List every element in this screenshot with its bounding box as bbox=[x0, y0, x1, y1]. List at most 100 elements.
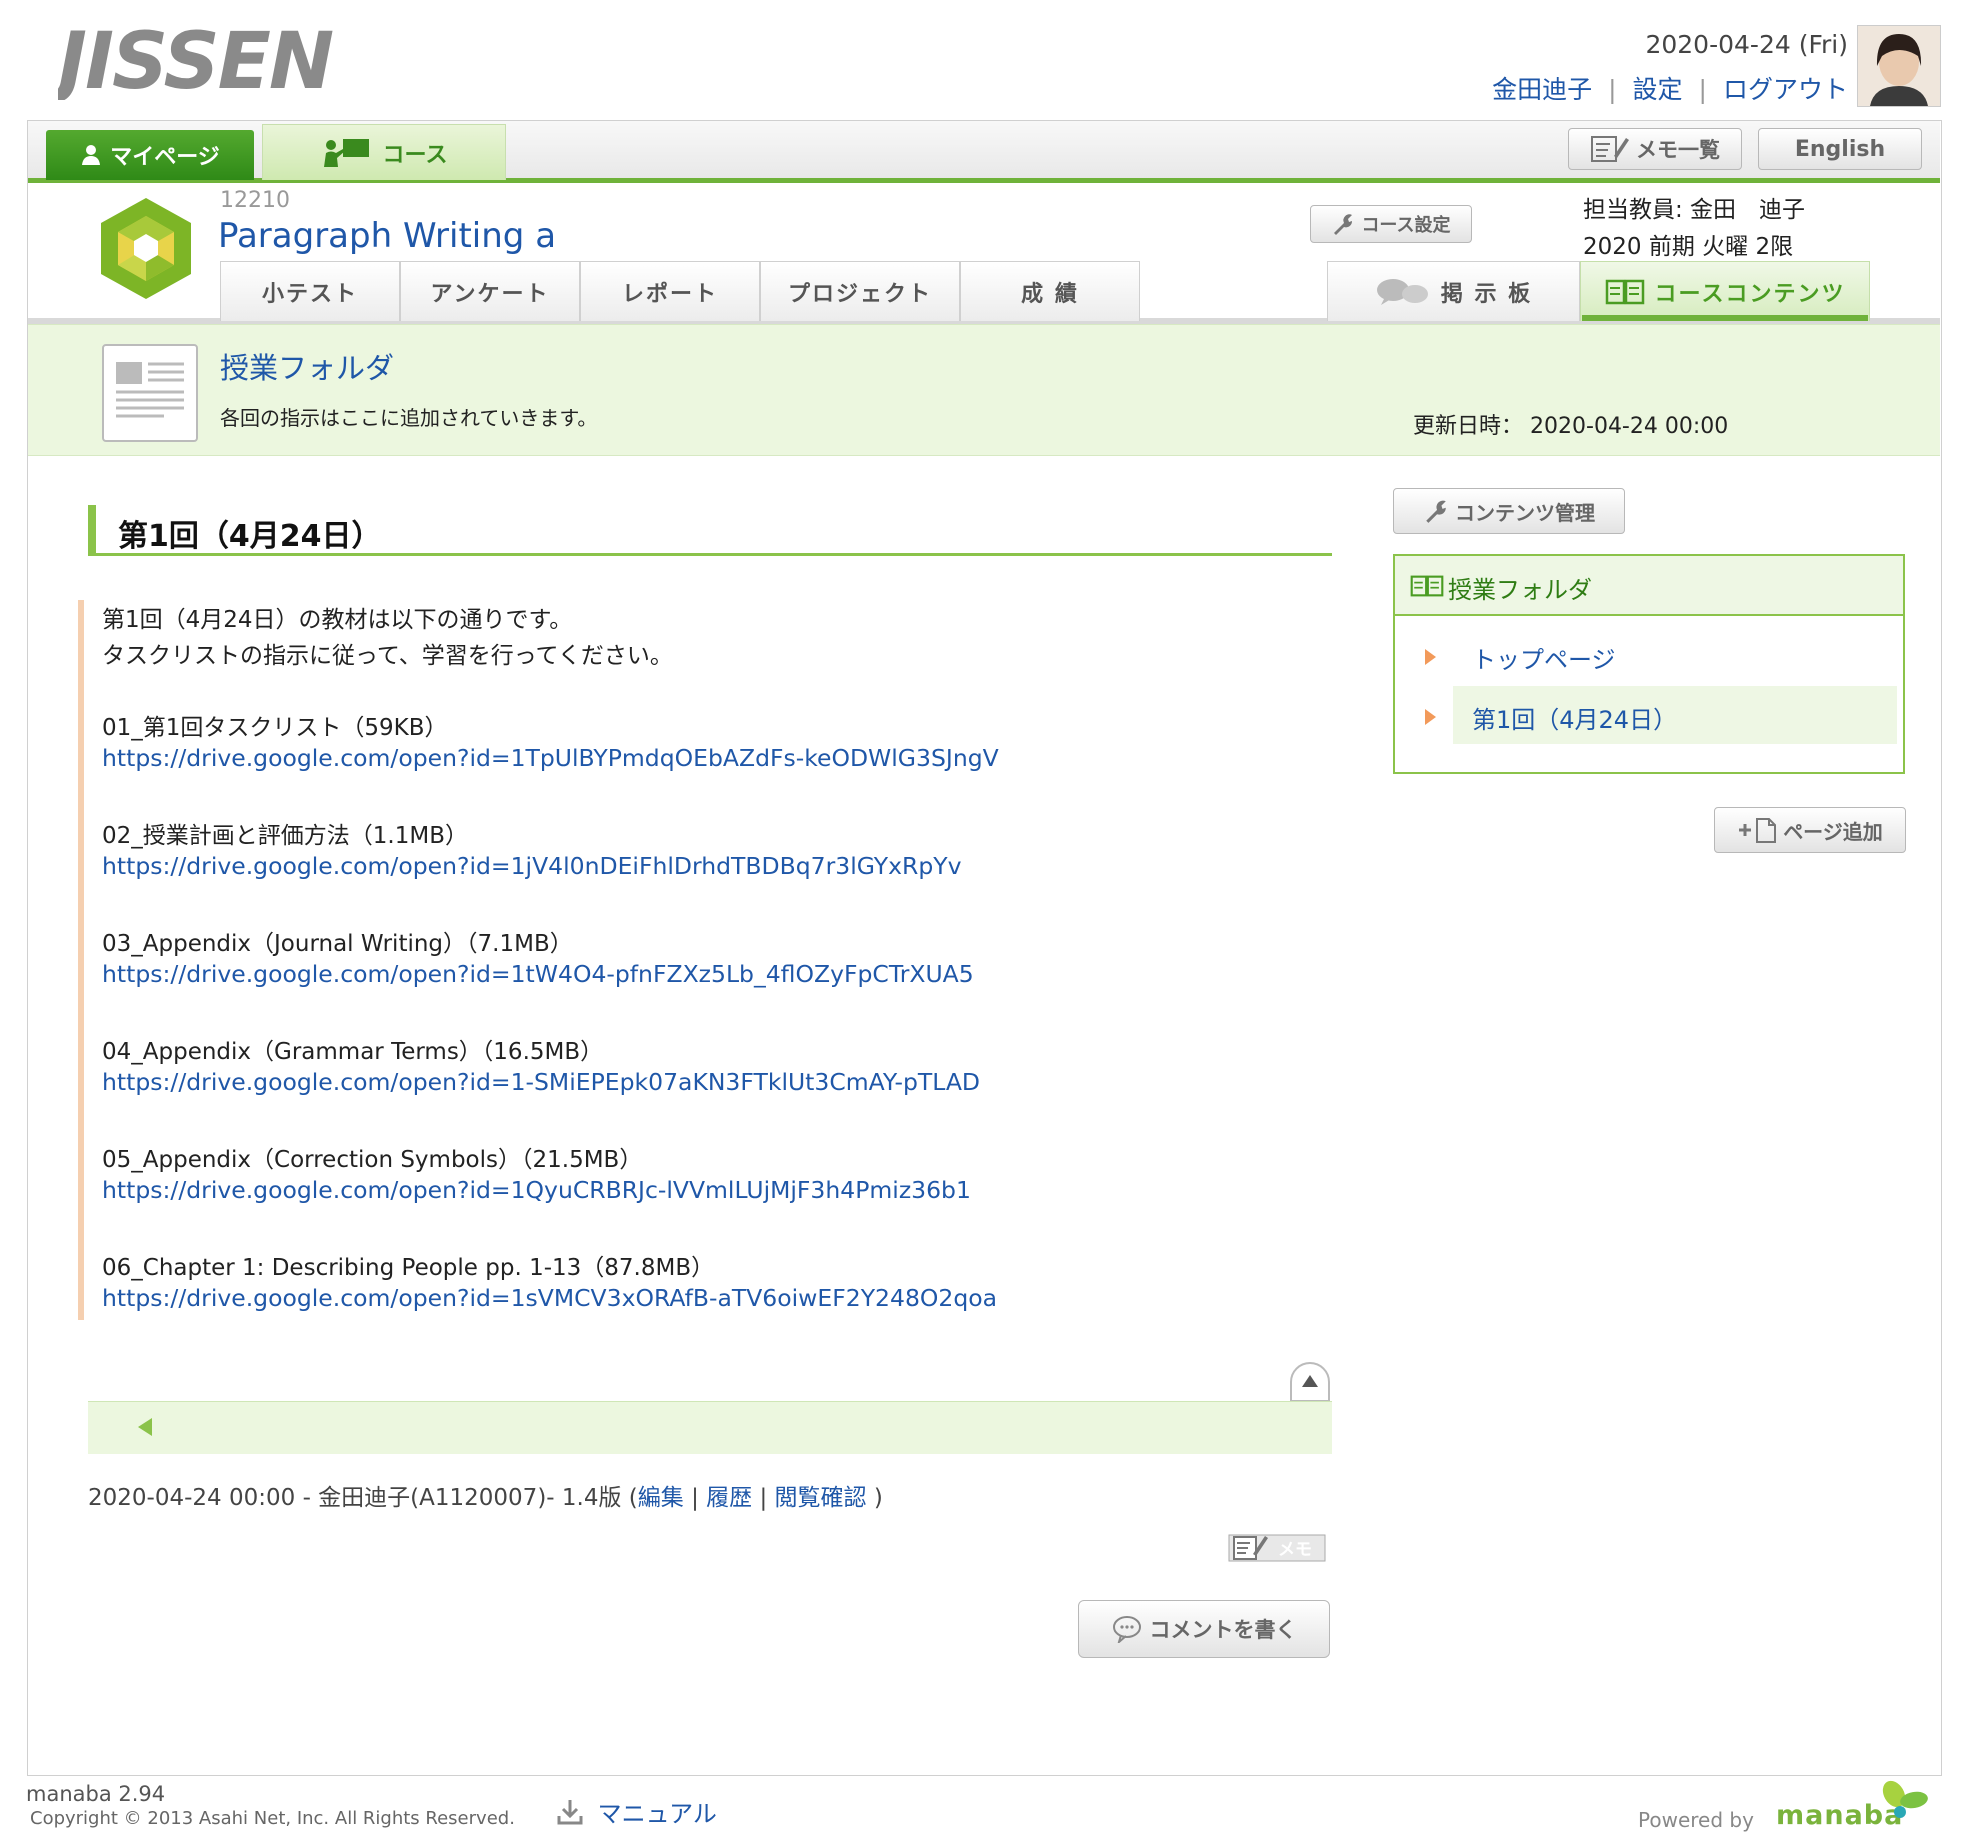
content-management-button[interactable]: コンテンツ管理 bbox=[1393, 488, 1625, 534]
add-page-button[interactable]: ページ追加 bbox=[1714, 807, 1906, 853]
person-icon bbox=[82, 145, 101, 165]
logout-link[interactable]: ログアウト bbox=[1723, 75, 1848, 104]
book-icon bbox=[1605, 279, 1644, 304]
title-underline bbox=[88, 553, 1332, 556]
updated-at: 更新日時： 2020-04-24 00:00 bbox=[1413, 408, 1728, 440]
separator: | bbox=[1608, 75, 1617, 104]
view-check-link[interactable]: 閲覧確認 bbox=[775, 1485, 867, 1511]
tab-project[interactable]: プロジェクト bbox=[760, 261, 960, 321]
material-label: 04_Appendix（Grammar Terms）（16.5MB） bbox=[102, 1039, 604, 1065]
material-link[interactable]: https://drive.google.com/open?id=1sVMCV3… bbox=[102, 1284, 997, 1312]
svg-text:JISSEN: JISSEN bbox=[58, 20, 333, 100]
add-page-icon bbox=[1739, 818, 1777, 843]
material-link[interactable]: https://drive.google.com/open?id=1tW4O4-… bbox=[102, 960, 974, 988]
course-settings-button[interactable]: コース設定 bbox=[1310, 205, 1472, 243]
material-label: 03_Appendix（Journal Writing）（7.1MB） bbox=[102, 931, 573, 957]
powered-by: Powered by bbox=[1638, 1808, 1754, 1832]
write-comment-button[interactable]: コメントを書く bbox=[1078, 1600, 1330, 1658]
add-page-label: ページ追加 bbox=[1783, 819, 1883, 844]
wrench-icon bbox=[1426, 500, 1446, 523]
teacher-board-icon bbox=[323, 138, 369, 167]
arrow-right-icon bbox=[1425, 649, 1436, 665]
sidebar-item-top-page[interactable]: トップページ bbox=[1472, 640, 1616, 675]
revision-text: 2020-04-24 00:00 - 金田迪子(A1120007)- 1.4版 … bbox=[88, 1485, 638, 1511]
book-icon bbox=[1410, 575, 1444, 597]
course-settings-label: コース設定 bbox=[1361, 215, 1451, 236]
memo-button[interactable]: メモ bbox=[1228, 1532, 1326, 1564]
tab-report[interactable]: レポート bbox=[580, 261, 760, 321]
updated-label: 更新日時： bbox=[1413, 414, 1524, 439]
manual-label: マニュアル bbox=[597, 1800, 717, 1828]
user-name-link[interactable]: 金田迪子 bbox=[1492, 75, 1592, 104]
intro-line-2: タスクリストの指示に従って、学習を行ってください。 bbox=[102, 643, 673, 669]
write-comment-label: コメントを書く bbox=[1149, 1618, 1297, 1642]
page-title: 第1回（4月24日） bbox=[88, 505, 1340, 555]
tab-course-contents-label: コースコンテンツ bbox=[1654, 281, 1846, 307]
app-version: manaba 2.94 bbox=[26, 1782, 166, 1806]
course-icon bbox=[96, 196, 196, 301]
separator: | bbox=[1698, 75, 1707, 104]
tab-board[interactable]: 掲 示 板 bbox=[1327, 261, 1580, 321]
arrow-right-icon bbox=[1425, 709, 1436, 725]
tab-mypage-label: マイページ bbox=[110, 145, 220, 170]
copyright: Copyright © 2013 Asahi Net, Inc. All Rig… bbox=[30, 1808, 515, 1829]
material-label: 01_第1回タスクリスト（59KB） bbox=[102, 715, 448, 741]
folder-description: 各回の指示はここに追加されていきます。 bbox=[220, 406, 598, 430]
header-links: 金田迪子 | 設定 | ログアウト bbox=[1492, 70, 1848, 106]
tab-mypage[interactable]: マイページ bbox=[46, 130, 254, 180]
sidebar-item-lesson-1[interactable]: 第1回（4月24日） bbox=[1472, 700, 1677, 735]
material-label: 06_Chapter 1: Describing People pp. 1-13… bbox=[102, 1255, 715, 1281]
material-link[interactable]: https://drive.google.com/open?id=1-SMiEP… bbox=[102, 1068, 980, 1096]
jissen-logo[interactable]: JISSEN bbox=[45, 17, 358, 107]
current-date: 2020-04-24 (Fri) bbox=[1645, 30, 1848, 59]
page-title-text: 第1回（4月24日） bbox=[118, 519, 382, 554]
memo-list-label: メモ一覧 bbox=[1636, 138, 1720, 162]
material-link[interactable]: https://drive.google.com/open?id=1TpUlBY… bbox=[102, 744, 999, 772]
tab-course-label: コース bbox=[382, 142, 448, 168]
folder-title: 授業フォルダ bbox=[220, 351, 395, 385]
material-label: 02_授業計画と評価方法（1.1MB） bbox=[102, 823, 468, 849]
download-icon bbox=[557, 1800, 583, 1825]
updated-value: 2020-04-24 00:00 bbox=[1530, 414, 1729, 439]
leaf-icon bbox=[1882, 1780, 1928, 1818]
material-link[interactable]: https://drive.google.com/open?id=1QyuCRB… bbox=[102, 1176, 971, 1204]
tab-course[interactable]: コース bbox=[262, 124, 506, 180]
intro-line-1: 第1回（4月24日）の教材は以下の通りです。 bbox=[102, 607, 573, 633]
course-title[interactable]: Paragraph Writing a bbox=[218, 216, 556, 256]
tab-course-contents[interactable]: コースコンテンツ bbox=[1580, 261, 1870, 321]
page-top-button[interactable] bbox=[1290, 1362, 1330, 1402]
english-button[interactable]: English bbox=[1758, 128, 1922, 170]
memo-list-button[interactable]: メモ一覧 bbox=[1568, 128, 1742, 170]
separator: | bbox=[691, 1485, 699, 1511]
revision-info: 2020-04-24 00:00 - 金田迪子(A1120007)- 1.4版 … bbox=[88, 1478, 883, 1512]
revision-suffix: ) bbox=[866, 1485, 883, 1511]
teacher-name: 担当教員: 金田 迪子 bbox=[1583, 197, 1806, 223]
prev-page-arrow-icon[interactable] bbox=[138, 1418, 152, 1436]
material-label: 05_Appendix（Correction Symbols）（21.5MB） bbox=[102, 1147, 643, 1173]
page-nav-bar bbox=[88, 1401, 1332, 1454]
speech-bubbles-icon bbox=[1376, 278, 1428, 305]
document-icon bbox=[102, 344, 198, 442]
folder-nav-title: 授業フォルダ bbox=[1448, 576, 1592, 604]
wrench-icon bbox=[1334, 214, 1353, 235]
tab-quiz[interactable]: 小テスト bbox=[220, 261, 400, 321]
course-info: 担当教員: 金田 迪子 2020 前期 火曜 2限 bbox=[1583, 192, 1805, 266]
active-tab-indicator bbox=[1582, 315, 1868, 321]
course-code: 12210 bbox=[220, 188, 290, 213]
page-body: 第1回（4月24日）の教材は以下の通りです。 タスクリストの指示に従って、学習を… bbox=[78, 600, 1084, 1320]
settings-link[interactable]: 設定 bbox=[1633, 75, 1683, 104]
edit-link[interactable]: 編集 bbox=[638, 1485, 684, 1511]
tab-grades[interactable]: 成 績 bbox=[960, 261, 1140, 321]
tab-board-label: 掲 示 板 bbox=[1440, 281, 1533, 307]
memo-icon bbox=[1591, 136, 1629, 162]
manual-link[interactable]: マニュアル bbox=[556, 1794, 717, 1829]
comment-bubble-icon bbox=[1112, 1616, 1141, 1643]
history-link[interactable]: 履歴 bbox=[706, 1485, 752, 1511]
avatar[interactable] bbox=[1857, 25, 1941, 107]
tab-survey[interactable]: アンケート bbox=[400, 261, 580, 321]
material-link[interactable]: https://drive.google.com/open?id=1jV4l0n… bbox=[102, 852, 962, 880]
caret-up-icon bbox=[1302, 1375, 1318, 1387]
svg-text:メモ: メモ bbox=[1278, 1540, 1312, 1560]
content-management-label: コンテンツ管理 bbox=[1455, 500, 1595, 525]
separator: | bbox=[759, 1485, 768, 1511]
